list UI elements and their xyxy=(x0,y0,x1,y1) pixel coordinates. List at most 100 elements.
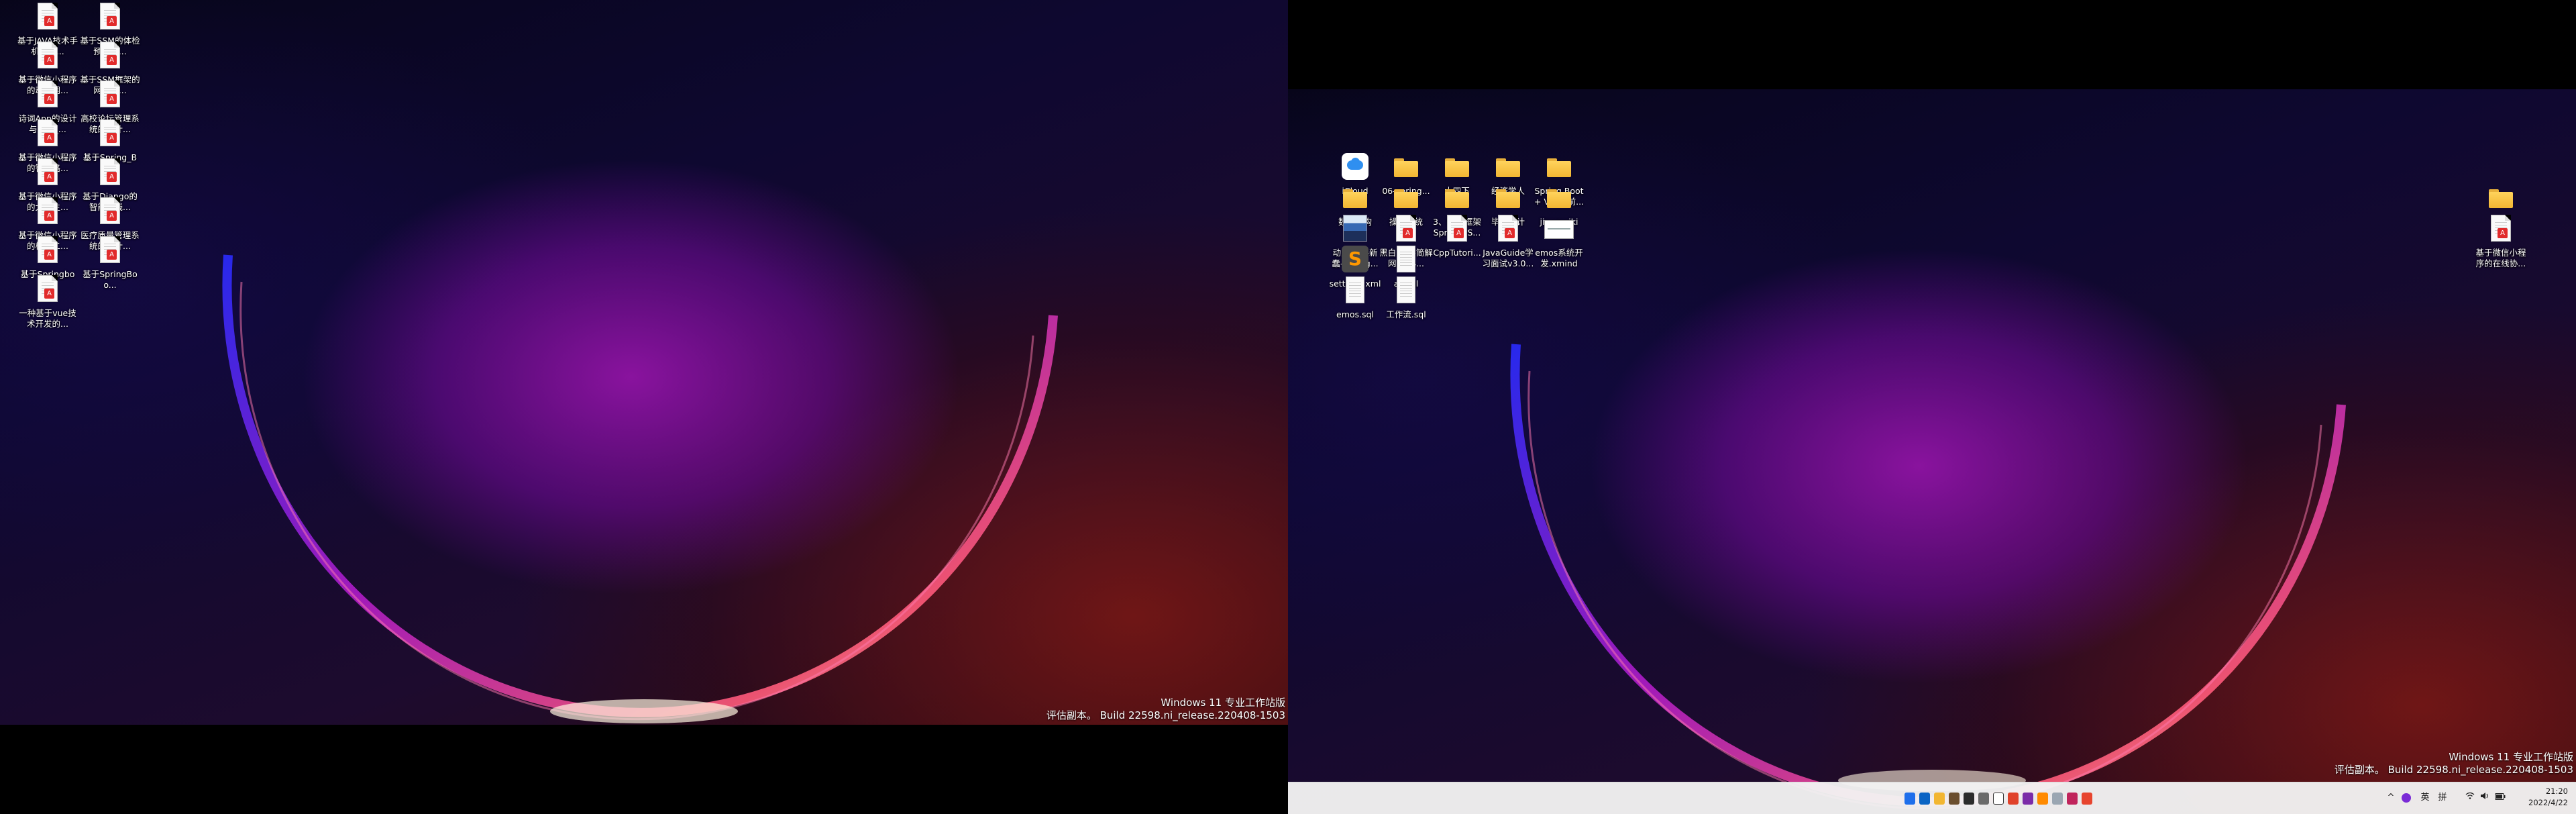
windows-watermark: Windows 11 专业工作站版 评估副本。 Build 22598.ni_r… xyxy=(1046,697,1285,722)
wallpaper xyxy=(0,0,1288,725)
pdf-file-icon: A xyxy=(1498,215,1518,242)
folder-icon xyxy=(2489,189,2513,208)
pdf-file-icon: A xyxy=(38,236,58,263)
volume-icon[interactable] xyxy=(2479,791,2490,805)
chrome-icon[interactable] xyxy=(2080,789,2094,808)
icon-glyph: A xyxy=(95,79,125,111)
taskbar-app-glyph xyxy=(1919,793,1930,805)
folder-icon xyxy=(1445,158,1469,177)
clock-date: 2022/4/22 xyxy=(2528,798,2568,807)
taskbar: ^ 英 拼 21:20 2022/4/22 xyxy=(1288,782,2576,814)
folder-icon xyxy=(1547,189,1571,208)
pdf-file-icon: A xyxy=(100,3,120,30)
outlook-icon[interactable] xyxy=(1918,789,1931,808)
icon-glyph: A xyxy=(33,274,62,306)
desktop-icon-label: 基于SpringBoo... xyxy=(83,269,138,290)
icon-glyph xyxy=(1442,183,1472,215)
desktop-icon-label: emos系统开发.xmind xyxy=(1535,248,1583,268)
document-icon xyxy=(1346,276,1364,303)
icon-glyph xyxy=(1493,152,1523,184)
desktop-icon-label: 一种基于vue技术开发的... xyxy=(19,308,76,329)
sublime-text-file-icon: S xyxy=(1342,246,1368,272)
pdf-file-icon: A xyxy=(38,119,58,146)
icon-glyph xyxy=(1544,213,1574,246)
desktop-icon-document[interactable]: 工作流.sql xyxy=(1379,275,1433,320)
icon-glyph xyxy=(1340,275,1370,307)
desktop-icon-xmind[interactable]: emos系统开发.xmind xyxy=(1532,213,1586,269)
desktop-icon-label: 工作流.sql xyxy=(1386,309,1426,319)
desktop-icon-pdf[interactable]: A 一种基于vue技术开发的... xyxy=(17,274,78,329)
folder-icon xyxy=(1394,158,1418,177)
sublime-text-icon[interactable] xyxy=(2036,789,2049,808)
pdf-file-icon: A xyxy=(1396,215,1416,242)
windows-start-icon[interactable] xyxy=(1903,789,1917,808)
file-explorer-icon[interactable] xyxy=(1933,789,1946,808)
icon-glyph xyxy=(2486,183,2516,215)
notepad-icon[interactable] xyxy=(1977,789,1990,808)
taskbar-app-glyph xyxy=(2008,793,2019,805)
folder-icon xyxy=(1496,158,1520,177)
system-clock[interactable]: 21:20 2022/4/22 xyxy=(2521,786,2568,809)
taskbar-app-glyph xyxy=(2082,793,2092,805)
taskbar-app-glyph xyxy=(1949,793,1960,805)
icon-glyph: A xyxy=(95,157,125,189)
desktop-icon-label: JavaGuide学习面试v3.0... xyxy=(1482,248,1534,268)
taskbar-app-glyph xyxy=(2037,793,2048,805)
taskbar-app-glyph xyxy=(1993,793,2004,805)
folder-icon xyxy=(1343,189,1367,208)
desktop-icon-pdf[interactable]: A CppTutori... xyxy=(1430,213,1484,258)
desktop-icon-pdf[interactable]: A 基于SpringBoo... xyxy=(79,235,141,291)
onenote-icon[interactable] xyxy=(2021,789,2035,808)
browser-icon[interactable] xyxy=(2051,789,2064,808)
icon-glyph: A xyxy=(95,196,125,228)
pdf-file-icon: A xyxy=(100,236,120,263)
icon-glyph: A xyxy=(33,1,62,34)
folder-icon xyxy=(1394,189,1418,208)
icon-glyph: A xyxy=(95,1,125,34)
icon-glyph xyxy=(1544,183,1574,215)
sticky-app-icon[interactable] xyxy=(1947,789,1961,808)
battery-icon[interactable] xyxy=(2494,791,2506,805)
xmind-icon[interactable] xyxy=(2006,789,2020,808)
icon-glyph: A xyxy=(33,40,62,72)
taskbar-app-glyph xyxy=(2023,793,2033,805)
right-monitor-desktop[interactable]: iCloud06-spring...大四下经济学人Spring Boot + V… xyxy=(1288,89,2576,814)
left-monitor-desktop[interactable]: A基于JAVA技术手机自助...A基于SSM的体检预约系...A基于微信小程序的… xyxy=(0,0,1288,725)
tray-app-icon[interactable] xyxy=(2400,791,2412,805)
taskbar-app-glyph xyxy=(1904,793,1915,805)
folder-icon xyxy=(1496,189,1520,208)
intellij-icon[interactable] xyxy=(2065,789,2079,808)
icon-glyph: S xyxy=(1340,244,1370,276)
icon-glyph xyxy=(1391,183,1421,215)
taskbar-app-glyph xyxy=(1978,793,1989,805)
desktop-icon-pdf[interactable]: A 基于微信小程序的在线协... xyxy=(2474,213,2528,269)
xmind-file-icon xyxy=(1544,220,1574,239)
terminal-icon[interactable] xyxy=(1962,789,1976,808)
icon-glyph: A xyxy=(33,235,62,267)
icon-glyph xyxy=(1340,213,1370,246)
icon-glyph: A xyxy=(1493,213,1523,246)
pdf-file-icon: A xyxy=(38,158,58,185)
clock-time: 21:20 xyxy=(2545,786,2568,796)
icon-glyph: A xyxy=(95,118,125,150)
pdf-file-icon: A xyxy=(38,197,58,224)
icon-glyph xyxy=(1442,152,1472,184)
document-icon xyxy=(1397,276,1415,303)
icon-glyph xyxy=(1391,152,1421,184)
ime-mode-indicator[interactable]: 拼 xyxy=(2435,791,2450,805)
desktop-icon-document[interactable]: emos.sql xyxy=(1328,275,1382,320)
document-icon xyxy=(1397,246,1415,272)
icon-glyph: A xyxy=(33,196,62,228)
icon-glyph xyxy=(1340,183,1370,215)
desktop-icon-pdf[interactable]: A JavaGuide学习面试v3.0... xyxy=(1481,213,1535,269)
icon-glyph xyxy=(1391,275,1421,307)
pdf-file-icon: A xyxy=(1447,215,1467,242)
icon-glyph: A xyxy=(1442,213,1472,246)
icon-glyph: A xyxy=(33,157,62,189)
ime-language-indicator[interactable]: 英 xyxy=(2418,791,2432,805)
typora-icon[interactable] xyxy=(1992,789,2005,808)
show-hidden-icons-chevron[interactable]: ^ xyxy=(2385,791,2396,805)
icon-glyph: A xyxy=(33,118,62,150)
wifi-icon[interactable] xyxy=(2465,791,2475,805)
icon-glyph xyxy=(1544,152,1574,184)
